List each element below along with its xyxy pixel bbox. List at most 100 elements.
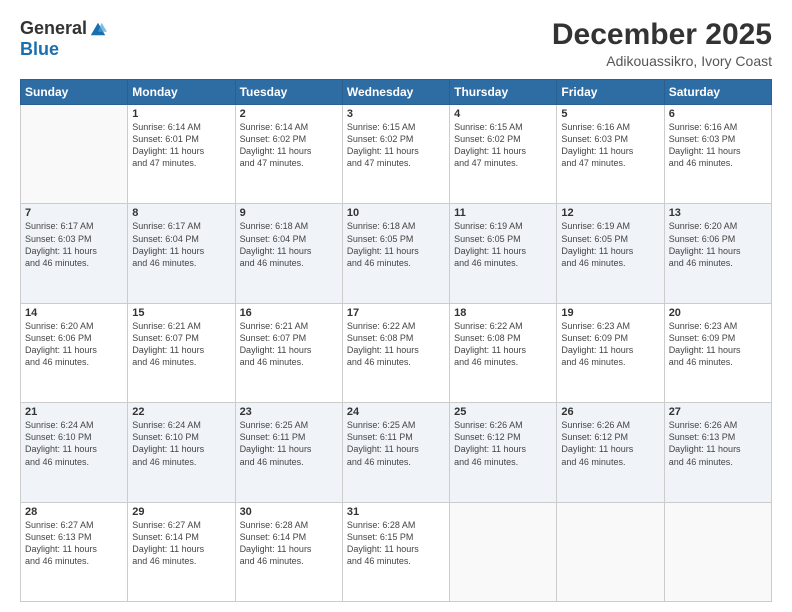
calendar-cell: 5Sunrise: 6:16 AM Sunset: 6:03 PM Daylig… xyxy=(557,105,664,204)
day-info: Sunrise: 6:26 AM Sunset: 6:12 PM Dayligh… xyxy=(561,419,659,468)
logo-general-text: General xyxy=(20,18,87,39)
calendar-cell: 4Sunrise: 6:15 AM Sunset: 6:02 PM Daylig… xyxy=(450,105,557,204)
calendar-cell: 14Sunrise: 6:20 AM Sunset: 6:06 PM Dayli… xyxy=(21,303,128,402)
day-info: Sunrise: 6:18 AM Sunset: 6:04 PM Dayligh… xyxy=(240,220,338,269)
calendar-cell: 20Sunrise: 6:23 AM Sunset: 6:09 PM Dayli… xyxy=(664,303,771,402)
day-number: 12 xyxy=(561,207,659,219)
page: General Blue December 2025 Adikouassikro… xyxy=(0,0,792,612)
day-number: 15 xyxy=(132,307,230,319)
day-info: Sunrise: 6:16 AM Sunset: 6:03 PM Dayligh… xyxy=(561,121,659,170)
calendar-week-row: 1Sunrise: 6:14 AM Sunset: 6:01 PM Daylig… xyxy=(21,105,772,204)
day-info: Sunrise: 6:15 AM Sunset: 6:02 PM Dayligh… xyxy=(347,121,445,170)
day-info: Sunrise: 6:27 AM Sunset: 6:14 PM Dayligh… xyxy=(132,519,230,568)
calendar-cell: 1Sunrise: 6:14 AM Sunset: 6:01 PM Daylig… xyxy=(128,105,235,204)
logo: General Blue xyxy=(20,18,107,60)
day-info: Sunrise: 6:14 AM Sunset: 6:02 PM Dayligh… xyxy=(240,121,338,170)
day-number: 30 xyxy=(240,506,338,518)
calendar-cell: 23Sunrise: 6:25 AM Sunset: 6:11 PM Dayli… xyxy=(235,403,342,502)
calendar-cell: 27Sunrise: 6:26 AM Sunset: 6:13 PM Dayli… xyxy=(664,403,771,502)
calendar-cell: 7Sunrise: 6:17 AM Sunset: 6:03 PM Daylig… xyxy=(21,204,128,303)
calendar-cell: 25Sunrise: 6:26 AM Sunset: 6:12 PM Dayli… xyxy=(450,403,557,502)
day-info: Sunrise: 6:22 AM Sunset: 6:08 PM Dayligh… xyxy=(454,320,552,369)
day-number: 10 xyxy=(347,207,445,219)
day-info: Sunrise: 6:20 AM Sunset: 6:06 PM Dayligh… xyxy=(669,220,767,269)
calendar-cell: 3Sunrise: 6:15 AM Sunset: 6:02 PM Daylig… xyxy=(342,105,449,204)
calendar-cell: 13Sunrise: 6:20 AM Sunset: 6:06 PM Dayli… xyxy=(664,204,771,303)
day-number: 25 xyxy=(454,406,552,418)
day-info: Sunrise: 6:24 AM Sunset: 6:10 PM Dayligh… xyxy=(25,419,123,468)
calendar-cell: 6Sunrise: 6:16 AM Sunset: 6:03 PM Daylig… xyxy=(664,105,771,204)
header-right: December 2025 Adikouassikro, Ivory Coast xyxy=(552,18,772,69)
calendar-table: SundayMondayTuesdayWednesdayThursdayFrid… xyxy=(20,79,772,602)
calendar-cell: 17Sunrise: 6:22 AM Sunset: 6:08 PM Dayli… xyxy=(342,303,449,402)
day-info: Sunrise: 6:20 AM Sunset: 6:06 PM Dayligh… xyxy=(25,320,123,369)
day-number: 20 xyxy=(669,307,767,319)
month-title: December 2025 xyxy=(552,18,772,51)
day-number: 11 xyxy=(454,207,552,219)
day-info: Sunrise: 6:22 AM Sunset: 6:08 PM Dayligh… xyxy=(347,320,445,369)
day-number: 28 xyxy=(25,506,123,518)
day-number: 26 xyxy=(561,406,659,418)
day-info: Sunrise: 6:21 AM Sunset: 6:07 PM Dayligh… xyxy=(240,320,338,369)
calendar-cell: 22Sunrise: 6:24 AM Sunset: 6:10 PM Dayli… xyxy=(128,403,235,502)
day-number: 7 xyxy=(25,207,123,219)
calendar-cell: 26Sunrise: 6:26 AM Sunset: 6:12 PM Dayli… xyxy=(557,403,664,502)
calendar-week-row: 28Sunrise: 6:27 AM Sunset: 6:13 PM Dayli… xyxy=(21,502,772,601)
day-info: Sunrise: 6:19 AM Sunset: 6:05 PM Dayligh… xyxy=(454,220,552,269)
day-info: Sunrise: 6:25 AM Sunset: 6:11 PM Dayligh… xyxy=(347,419,445,468)
day-number: 3 xyxy=(347,108,445,120)
weekday-header: Wednesday xyxy=(342,80,449,105)
day-info: Sunrise: 6:26 AM Sunset: 6:12 PM Dayligh… xyxy=(454,419,552,468)
day-number: 19 xyxy=(561,307,659,319)
day-number: 6 xyxy=(669,108,767,120)
day-info: Sunrise: 6:26 AM Sunset: 6:13 PM Dayligh… xyxy=(669,419,767,468)
day-number: 27 xyxy=(669,406,767,418)
calendar-cell: 8Sunrise: 6:17 AM Sunset: 6:04 PM Daylig… xyxy=(128,204,235,303)
calendar-cell: 15Sunrise: 6:21 AM Sunset: 6:07 PM Dayli… xyxy=(128,303,235,402)
weekday-header: Thursday xyxy=(450,80,557,105)
weekday-header: Friday xyxy=(557,80,664,105)
logo-icon xyxy=(89,20,107,38)
weekday-header: Saturday xyxy=(664,80,771,105)
logo-blue-text: Blue xyxy=(20,39,59,60)
day-number: 21 xyxy=(25,406,123,418)
day-info: Sunrise: 6:28 AM Sunset: 6:15 PM Dayligh… xyxy=(347,519,445,568)
day-info: Sunrise: 6:25 AM Sunset: 6:11 PM Dayligh… xyxy=(240,419,338,468)
day-info: Sunrise: 6:23 AM Sunset: 6:09 PM Dayligh… xyxy=(669,320,767,369)
calendar-cell xyxy=(450,502,557,601)
day-info: Sunrise: 6:21 AM Sunset: 6:07 PM Dayligh… xyxy=(132,320,230,369)
day-number: 2 xyxy=(240,108,338,120)
day-info: Sunrise: 6:23 AM Sunset: 6:09 PM Dayligh… xyxy=(561,320,659,369)
day-info: Sunrise: 6:17 AM Sunset: 6:03 PM Dayligh… xyxy=(25,220,123,269)
day-number: 8 xyxy=(132,207,230,219)
day-info: Sunrise: 6:18 AM Sunset: 6:05 PM Dayligh… xyxy=(347,220,445,269)
day-number: 14 xyxy=(25,307,123,319)
calendar-cell xyxy=(557,502,664,601)
calendar-cell xyxy=(21,105,128,204)
day-info: Sunrise: 6:15 AM Sunset: 6:02 PM Dayligh… xyxy=(454,121,552,170)
calendar-cell: 9Sunrise: 6:18 AM Sunset: 6:04 PM Daylig… xyxy=(235,204,342,303)
day-number: 23 xyxy=(240,406,338,418)
calendar-cell: 18Sunrise: 6:22 AM Sunset: 6:08 PM Dayli… xyxy=(450,303,557,402)
calendar-cell: 30Sunrise: 6:28 AM Sunset: 6:14 PM Dayli… xyxy=(235,502,342,601)
day-info: Sunrise: 6:24 AM Sunset: 6:10 PM Dayligh… xyxy=(132,419,230,468)
calendar-cell xyxy=(664,502,771,601)
day-number: 22 xyxy=(132,406,230,418)
day-number: 16 xyxy=(240,307,338,319)
calendar-cell: 29Sunrise: 6:27 AM Sunset: 6:14 PM Dayli… xyxy=(128,502,235,601)
calendar-cell: 28Sunrise: 6:27 AM Sunset: 6:13 PM Dayli… xyxy=(21,502,128,601)
day-number: 9 xyxy=(240,207,338,219)
calendar-header-row: SundayMondayTuesdayWednesdayThursdayFrid… xyxy=(21,80,772,105)
day-info: Sunrise: 6:19 AM Sunset: 6:05 PM Dayligh… xyxy=(561,220,659,269)
calendar-cell: 2Sunrise: 6:14 AM Sunset: 6:02 PM Daylig… xyxy=(235,105,342,204)
calendar-cell: 21Sunrise: 6:24 AM Sunset: 6:10 PM Dayli… xyxy=(21,403,128,502)
header: General Blue December 2025 Adikouassikro… xyxy=(20,18,772,69)
day-number: 17 xyxy=(347,307,445,319)
calendar-cell: 24Sunrise: 6:25 AM Sunset: 6:11 PM Dayli… xyxy=(342,403,449,502)
day-info: Sunrise: 6:27 AM Sunset: 6:13 PM Dayligh… xyxy=(25,519,123,568)
day-number: 31 xyxy=(347,506,445,518)
day-info: Sunrise: 6:17 AM Sunset: 6:04 PM Dayligh… xyxy=(132,220,230,269)
day-number: 5 xyxy=(561,108,659,120)
day-info: Sunrise: 6:28 AM Sunset: 6:14 PM Dayligh… xyxy=(240,519,338,568)
day-info: Sunrise: 6:16 AM Sunset: 6:03 PM Dayligh… xyxy=(669,121,767,170)
